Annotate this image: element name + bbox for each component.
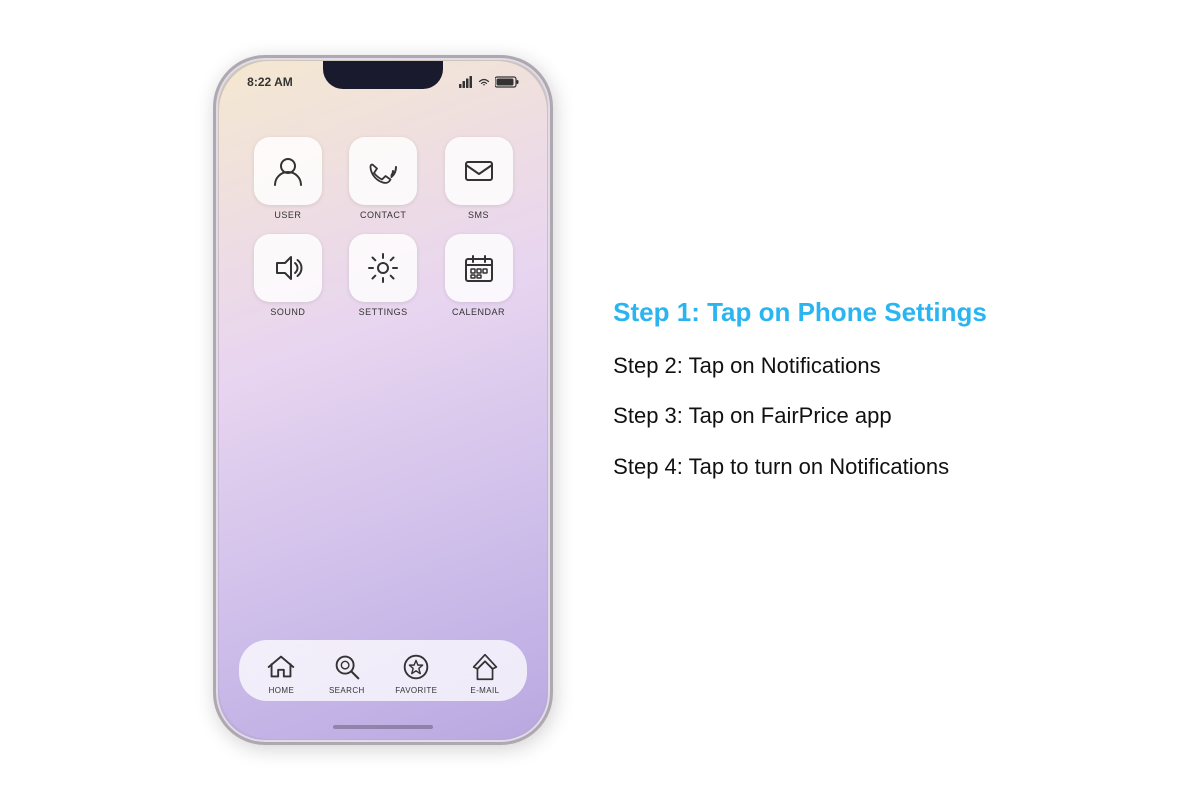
volume-up-button <box>213 188 215 222</box>
dock-search[interactable]: SEARCH <box>329 650 365 695</box>
power-button <box>551 223 553 283</box>
dock-email[interactable]: E-MAIL <box>468 650 502 695</box>
dock: HOME SEARCH <box>239 640 527 701</box>
main-container: 8:22 AM <box>0 0 1200 800</box>
volume-down-button <box>213 233 215 267</box>
battery-icon <box>495 76 519 88</box>
dock-favorite[interactable]: FAVORITE <box>395 650 437 695</box>
status-icons <box>459 76 519 88</box>
app-calendar[interactable]: CALENDAR <box>438 234 519 317</box>
app-sound-label: SOUND <box>270 307 305 317</box>
sound-icon <box>270 250 306 286</box>
phone-outer-shell: 8:22 AM <box>213 55 553 745</box>
home-indicator <box>333 725 433 729</box>
instructions-panel: Step 1: Tap on Phone Settings Step 2: Ta… <box>613 297 987 504</box>
email-dock-icon <box>468 650 502 684</box>
app-user[interactable]: USER <box>247 137 328 220</box>
phone-notch <box>323 61 443 89</box>
dock-search-label: SEARCH <box>329 686 365 695</box>
app-sms-box[interactable] <box>445 137 513 205</box>
contact-icon <box>365 153 401 189</box>
app-calendar-box[interactable] <box>445 234 513 302</box>
dock-email-label: E-MAIL <box>470 686 499 695</box>
app-sms[interactable]: SMS <box>438 137 519 220</box>
step3-text: Step 3: Tap on FairPrice app <box>613 402 987 431</box>
dock-favorite-label: FAVORITE <box>395 686 437 695</box>
app-grid: USER CONTACT <box>219 117 547 337</box>
app-calendar-label: CALENDAR <box>452 307 505 317</box>
calendar-icon <box>461 250 497 286</box>
app-user-box[interactable] <box>254 137 322 205</box>
step4-text: Step 4: Tap to turn on Notifications <box>613 453 987 482</box>
app-user-label: USER <box>274 210 301 220</box>
app-settings[interactable]: SETTINGS <box>343 234 424 317</box>
app-sound-box[interactable] <box>254 234 322 302</box>
signal-icon <box>459 76 473 88</box>
app-sms-label: SMS <box>468 210 489 220</box>
dock-home-label: HOME <box>269 686 295 695</box>
step2-text: Step 2: Tap on Notifications <box>613 352 987 381</box>
dock-home[interactable]: HOME <box>264 650 298 695</box>
wifi-icon <box>477 77 491 88</box>
settings-icon <box>365 250 401 286</box>
phone-screen: 8:22 AM <box>219 61 547 739</box>
phone-mockup: 8:22 AM <box>213 55 553 745</box>
app-contact-label: CONTACT <box>360 210 406 220</box>
app-contact-box[interactable] <box>349 137 417 205</box>
status-time: 8:22 AM <box>247 75 293 89</box>
search-dock-icon <box>330 650 364 684</box>
user-icon <box>270 153 306 189</box>
app-sound[interactable]: SOUND <box>247 234 328 317</box>
app-settings-box[interactable] <box>349 234 417 302</box>
app-contact[interactable]: CONTACT <box>343 137 424 220</box>
sms-icon <box>461 153 497 189</box>
app-settings-label: SETTINGS <box>359 307 408 317</box>
favorite-dock-icon <box>399 650 433 684</box>
home-dock-icon <box>264 650 298 684</box>
step1-text: Step 1: Tap on Phone Settings <box>613 297 987 328</box>
